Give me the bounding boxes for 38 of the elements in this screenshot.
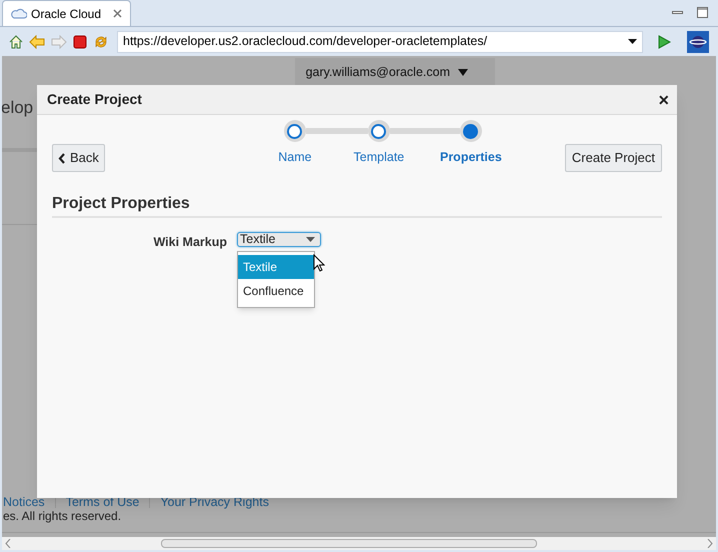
step-label[interactable]: Name [278, 148, 312, 167]
horizontal-scrollbar[interactable] [2, 537, 716, 550]
page-heading: elop [2, 97, 34, 119]
step-indicator[interactable] [284, 120, 306, 142]
field-label: Wiki Markup [152, 234, 228, 251]
step-label[interactable]: Properties [440, 148, 502, 167]
select-field[interactable]: Textile [237, 232, 321, 247]
back-arrow-icon[interactable] [29, 34, 45, 48]
planet-icon[interactable] [687, 30, 709, 52]
maximize-icon [697, 7, 708, 18]
step-connector [390, 128, 460, 134]
close-button[interactable]: × [658, 90, 669, 108]
scrollbar-thumb[interactable] [161, 539, 537, 548]
scroll-left-icon [5, 539, 11, 548]
step-label[interactable]: Template [354, 148, 404, 167]
caret-icon [306, 237, 315, 242]
tab-title: Oracle Cloud [31, 6, 102, 22]
dialog-title: Create Project [47, 90, 142, 109]
refresh-icon[interactable] [93, 34, 109, 50]
scroll-right-icon [707, 539, 713, 548]
step-indicator[interactable] [460, 120, 482, 142]
stop-icon[interactable] [73, 34, 87, 48]
create-project-button[interactable]: Create Project [564, 144, 662, 172]
back-button[interactable]: Back [52, 144, 105, 172]
step-indicator[interactable] [368, 120, 390, 142]
caret-icon [458, 68, 468, 76]
dropdown-option[interactable]: Confluence [238, 279, 314, 303]
step-connector [306, 128, 368, 134]
home-icon[interactable] [9, 34, 23, 48]
copyright-text: es. All rights reserved. [3, 508, 122, 525]
chevron-left-icon [58, 152, 65, 164]
cloud-icon [11, 8, 27, 19]
close-icon[interactable] [113, 9, 122, 18]
section-heading: Project Properties [52, 194, 191, 214]
go-icon[interactable] [657, 34, 671, 48]
dropdown-caret-icon [628, 39, 637, 44]
url-field[interactable]: https://developer.us2.oraclecloud.com/developer-oracletemplates/ [117, 30, 643, 52]
browser-tab[interactable]: Oracle Cloud [2, 0, 132, 26]
